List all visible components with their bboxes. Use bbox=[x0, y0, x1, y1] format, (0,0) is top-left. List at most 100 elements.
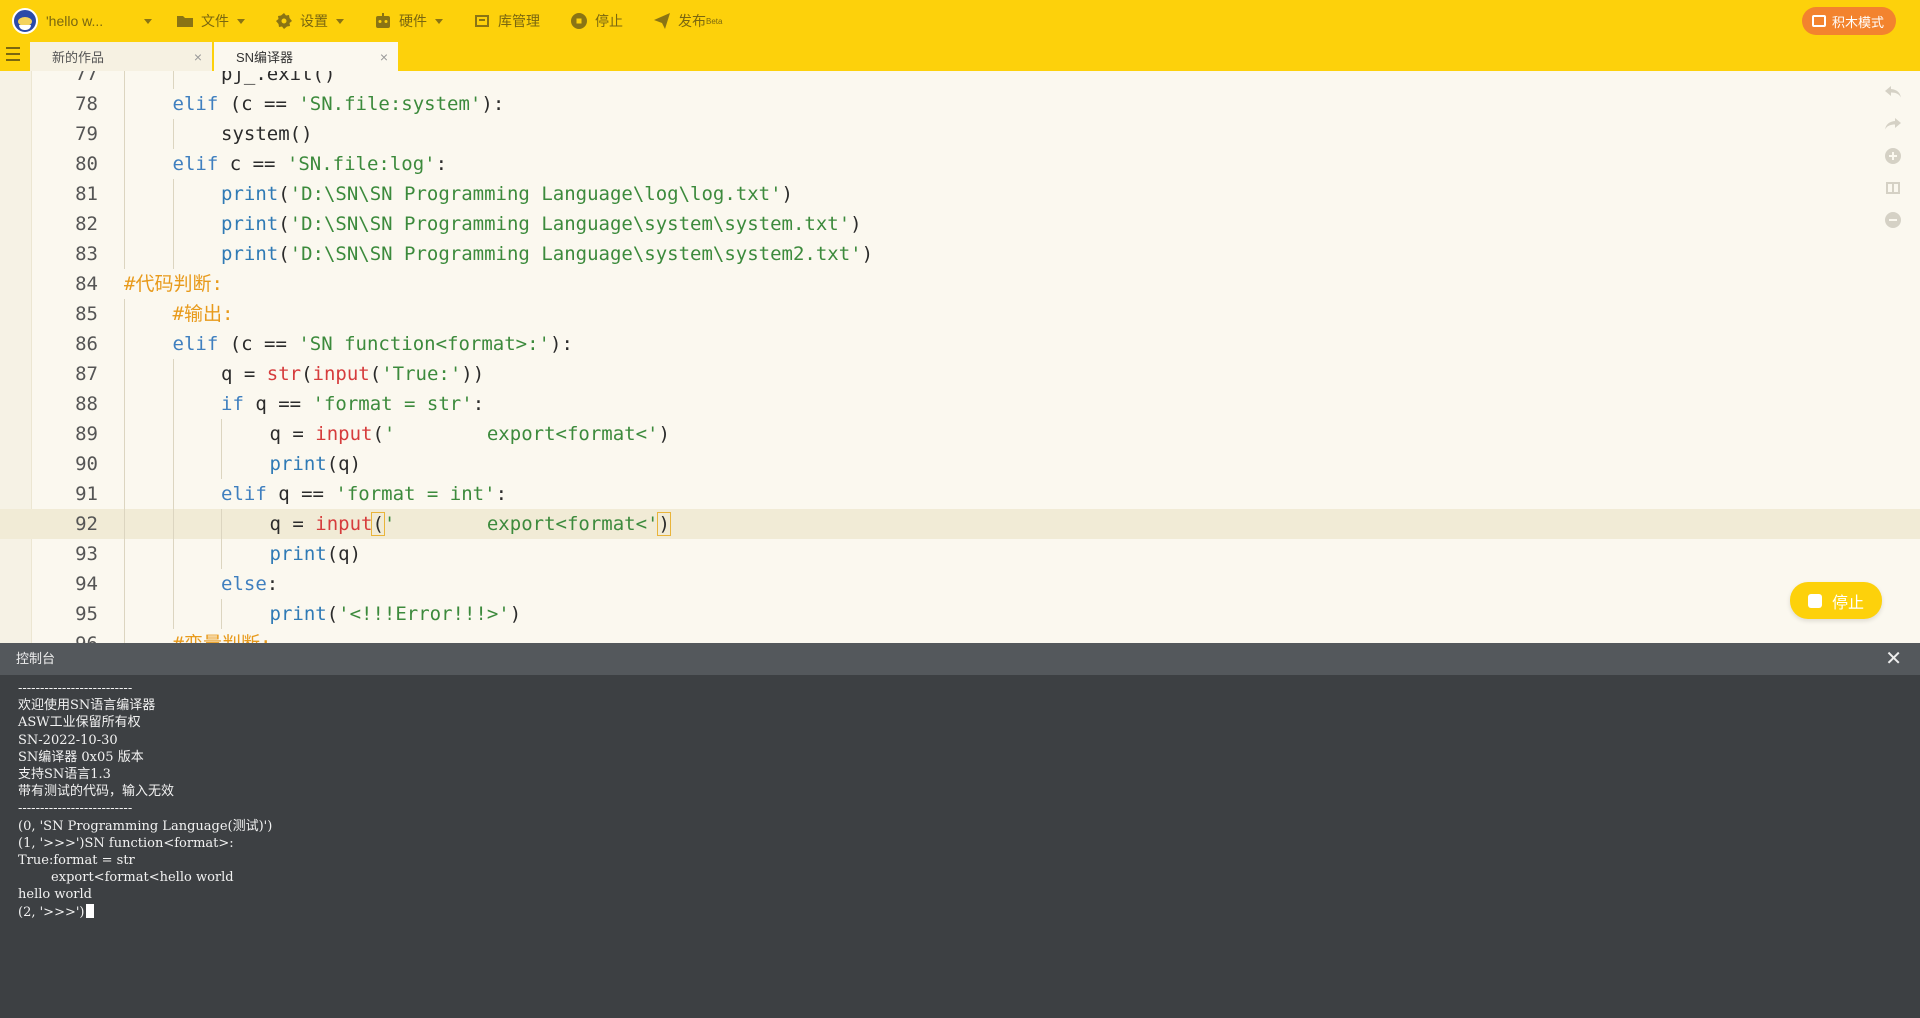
code-editor[interactable]: 77 pj_.exit() 78 elif (c == 'SN.file:system… bbox=[0, 71, 1920, 643]
code-text: pj_.exit() bbox=[221, 71, 335, 89]
code-line[interactable]: 86 elif (c == 'SN function<format>:'): bbox=[0, 329, 1920, 359]
code-token: ) bbox=[781, 183, 793, 205]
chevron-down-icon[interactable] bbox=[144, 18, 152, 24]
redo-icon[interactable] bbox=[1884, 115, 1902, 133]
code-line[interactable]: 78 elif (c == 'SN.file:system'): bbox=[0, 89, 1920, 119]
console-line: (1, '>>>')SN function<format>: bbox=[18, 835, 1920, 852]
code-text: print('<!!!Error!!!>') bbox=[270, 599, 522, 629]
user-avatar[interactable] bbox=[12, 8, 38, 34]
block-mode-label: 积木模式 bbox=[1831, 14, 1884, 30]
tab-sn-compiler[interactable]: SN编译器 × bbox=[214, 42, 398, 71]
code-line[interactable]: 90 print(q) bbox=[0, 449, 1920, 479]
code-token: ( bbox=[369, 363, 382, 385]
code-line[interactable]: 89 q = input(' export<format<') bbox=[0, 419, 1920, 449]
code-line[interactable]: 80 elif c == 'SN.file:log': bbox=[0, 149, 1920, 179]
code-line[interactable]: 93 print(q) bbox=[0, 539, 1920, 569]
code-line[interactable]: 95 print('<!!!Error!!!>') bbox=[0, 599, 1920, 629]
library-manager-button[interactable]: 库管理 bbox=[473, 11, 540, 31]
line-number: 82 bbox=[75, 213, 98, 235]
code-token: print bbox=[269, 453, 327, 475]
indent-guide bbox=[221, 509, 222, 539]
stop-run-label: 停止 bbox=[1831, 594, 1864, 612]
zoom-out-icon[interactable] bbox=[1884, 211, 1902, 229]
undo-icon[interactable] bbox=[1884, 83, 1902, 101]
code-line[interactable]: 88 if q == 'format = str': bbox=[0, 389, 1920, 419]
console-line: SN-2022-10-30 bbox=[18, 732, 1920, 749]
code-text: print(q) bbox=[270, 539, 362, 569]
console-line: export<format<hello world bbox=[18, 869, 1920, 886]
code-line[interactable]: 84 #代码判断: bbox=[0, 269, 1920, 299]
text-cursor bbox=[85, 903, 94, 918]
code-token: q = bbox=[269, 513, 316, 535]
line-number: 80 bbox=[75, 153, 98, 175]
code-token: ' export<format<' bbox=[383, 513, 659, 535]
indent-guide bbox=[124, 299, 125, 329]
console-line: 带有测试的代码，输入无效 bbox=[18, 783, 1920, 800]
code-token: (c == bbox=[218, 93, 299, 115]
indent-guide bbox=[124, 539, 125, 569]
gear-icon bbox=[275, 12, 293, 30]
close-icon[interactable]: × bbox=[194, 49, 202, 65]
zoom-in-icon[interactable] bbox=[1884, 147, 1902, 165]
close-icon[interactable]: × bbox=[380, 49, 388, 65]
code-token: ' export<format<' bbox=[383, 423, 659, 445]
console-line-text: True:format = str bbox=[18, 853, 135, 869]
project-name[interactable]: 'hello w... bbox=[46, 13, 136, 29]
code-lines[interactable]: 77 pj_.exit() 78 elif (c == 'SN.file:system… bbox=[0, 71, 1920, 643]
hardware-menu[interactable]: 硬件 bbox=[374, 11, 443, 31]
line-number: 91 bbox=[75, 483, 98, 505]
code-token: elif bbox=[221, 483, 267, 505]
line-number: 96 bbox=[40, 629, 98, 643]
code-text: if q == 'format = str': bbox=[221, 389, 484, 419]
tab-label: 新的作品 bbox=[52, 50, 105, 65]
code-text: elif (c == 'SN function<format>:'): bbox=[173, 329, 573, 359]
code-line[interactable]: 91 elif q == 'format = int': bbox=[0, 479, 1920, 509]
console-line-text: ASW工业保留所有权 bbox=[18, 715, 141, 731]
line-number: 77 bbox=[75, 71, 98, 85]
file-menu[interactable]: 文件 bbox=[176, 11, 245, 31]
code-token: '<!!!Error!!!>' bbox=[338, 603, 510, 625]
console-line: (0, 'SN Programming Language(测试)') bbox=[18, 818, 1920, 835]
tab-new-project[interactable]: 新的作品 × bbox=[30, 42, 212, 71]
code-line[interactable]: 92 q = input(' export<format<') bbox=[0, 509, 1920, 539]
console-output[interactable]: -------------------------- 欢迎使用SN语言编译器 ASW… bbox=[0, 675, 1920, 921]
line-number: 81 bbox=[75, 183, 98, 205]
indent-guide bbox=[124, 419, 125, 449]
menu-icon[interactable] bbox=[6, 47, 24, 65]
code-token: str bbox=[266, 363, 302, 385]
code-line[interactable]: 79 system() bbox=[0, 119, 1920, 149]
settings-menu-label: 设置 bbox=[300, 13, 328, 29]
code-token: if bbox=[221, 393, 244, 415]
block-mode-button[interactable]: 积木模式 bbox=[1801, 7, 1896, 35]
code-line[interactable]: 81 print('D:\SN\SN Programming Language\l… bbox=[0, 179, 1920, 209]
code-token: ( bbox=[301, 363, 313, 385]
code-line[interactable]: 94 else: bbox=[0, 569, 1920, 599]
code-line[interactable]: 77 pj_.exit() bbox=[0, 71, 1920, 89]
console-line: -------------------------- bbox=[18, 680, 1920, 697]
code-token: )) bbox=[461, 363, 485, 385]
stop-toolbar-button[interactable]: 停止 bbox=[570, 11, 623, 31]
code-line[interactable]: 83 print('D:\SN\SN Programming Language\s… bbox=[0, 239, 1920, 269]
fit-icon[interactable] bbox=[1884, 179, 1902, 197]
settings-menu[interactable]: 设置 bbox=[275, 11, 344, 31]
publish-button[interactable]: 发布 Beta bbox=[653, 11, 722, 31]
tab-label: SN编译器 bbox=[236, 50, 294, 65]
line-number: 94 bbox=[75, 573, 98, 595]
code-line[interactable]: 96 #变量判断: bbox=[0, 629, 1920, 643]
code-token: (q) bbox=[326, 543, 362, 565]
code-token: 'format = int' bbox=[335, 483, 496, 505]
code-text: elif (c == 'SN.file:system'): bbox=[173, 89, 505, 119]
code-token: input bbox=[315, 423, 373, 445]
code-token: #代码判断: bbox=[124, 273, 223, 295]
code-line[interactable]: 82 print('D:\SN\SN Programming Language\s… bbox=[0, 209, 1920, 239]
indent-guide bbox=[124, 149, 125, 179]
code-line[interactable]: 87 q = str(input('True:')) bbox=[0, 359, 1920, 389]
indent-guide bbox=[172, 539, 174, 569]
stop-run-button[interactable]: 停止 bbox=[1790, 582, 1882, 619]
code-token: pj_.exit() bbox=[221, 71, 336, 85]
close-icon[interactable]: ✕ bbox=[1885, 643, 1902, 675]
code-line[interactable]: 85 #输出: bbox=[0, 299, 1920, 329]
code-token: ): bbox=[481, 93, 505, 115]
code-token: q == bbox=[243, 393, 313, 415]
code-token: : bbox=[435, 153, 448, 175]
